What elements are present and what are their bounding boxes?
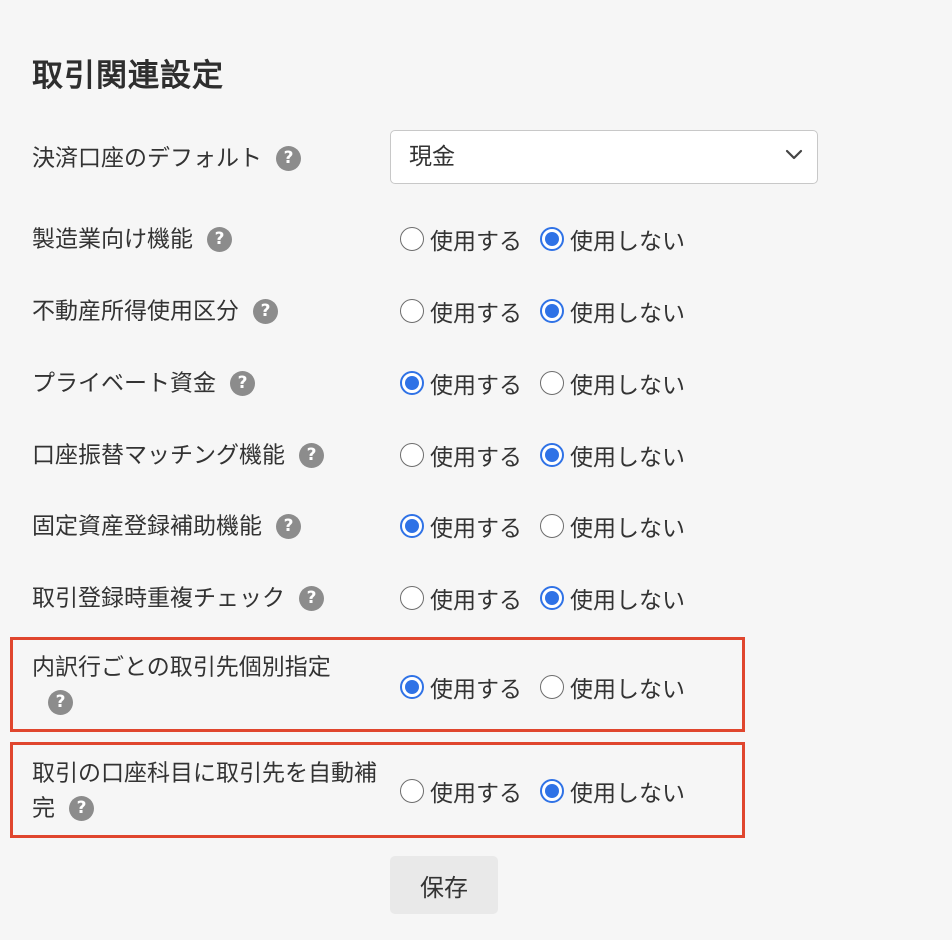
radio-button[interactable] bbox=[400, 586, 424, 610]
radio-use[interactable]: 使用する bbox=[400, 670, 522, 704]
radio-button[interactable] bbox=[540, 779, 564, 803]
setting-label-text: 口座振替マッチング機能 bbox=[32, 442, 285, 469]
radio-group: 使用する 使用しない bbox=[400, 509, 703, 543]
setting-label-text: 内訳行ごとの取引先個別指定 bbox=[32, 654, 331, 681]
radio-label: 使用する bbox=[430, 445, 522, 471]
help-icon[interactable]: ? bbox=[299, 443, 324, 468]
radio-button[interactable] bbox=[400, 514, 424, 538]
page-title: 取引関連設定 bbox=[32, 58, 224, 94]
help-icon[interactable]: ? bbox=[299, 586, 324, 611]
setting-label: 取引の口座科目に取引先を自動補完? bbox=[32, 756, 380, 825]
setting-label-text: プライベート資金 bbox=[32, 370, 216, 397]
help-icon[interactable]: ? bbox=[253, 299, 278, 324]
radio-not-use[interactable]: 使用しない bbox=[540, 509, 685, 543]
radio-not-use[interactable]: 使用しない bbox=[540, 581, 685, 615]
help-icon[interactable]: ? bbox=[48, 689, 73, 715]
radio-button[interactable] bbox=[540, 443, 564, 467]
radio-use[interactable]: 使用する bbox=[400, 294, 522, 328]
setting-label: 口座振替マッチング機能? bbox=[32, 438, 324, 473]
radio-group: 使用する 使用しない bbox=[400, 294, 703, 328]
radio-label: 使用しない bbox=[570, 445, 685, 471]
radio-label: 使用しない bbox=[570, 229, 685, 255]
radio-use[interactable]: 使用する bbox=[400, 774, 522, 808]
default-account-select-value: 現金 bbox=[409, 144, 455, 170]
radio-label: 使用しない bbox=[570, 588, 685, 614]
radio-button[interactable] bbox=[400, 299, 424, 323]
setting-label-default-account: 決済口座のデフォルト? bbox=[32, 141, 301, 176]
radio-not-use[interactable]: 使用しない bbox=[540, 438, 685, 472]
radio-label: 使用する bbox=[430, 229, 522, 255]
radio-label: 使用しない bbox=[570, 373, 685, 399]
radio-button[interactable] bbox=[540, 227, 564, 251]
radio-group: 使用する 使用しない bbox=[400, 581, 703, 615]
radio-not-use[interactable]: 使用しない bbox=[540, 670, 685, 704]
radio-button[interactable] bbox=[400, 227, 424, 251]
radio-button[interactable] bbox=[400, 371, 424, 395]
setting-label: 不動産所得使用区分? bbox=[32, 294, 278, 329]
radio-button[interactable] bbox=[400, 443, 424, 467]
help-icon[interactable]: ? bbox=[276, 514, 301, 539]
radio-not-use[interactable]: 使用しない bbox=[540, 774, 685, 808]
setting-label: 製造業向け機能? bbox=[32, 222, 232, 257]
setting-label-text: 製造業向け機能 bbox=[32, 226, 193, 253]
setting-label-text: 固定資産登録補助機能 bbox=[32, 513, 262, 540]
radio-label: 使用する bbox=[430, 588, 522, 614]
radio-use[interactable]: 使用する bbox=[400, 438, 522, 472]
radio-use[interactable]: 使用する bbox=[400, 366, 522, 400]
radio-use[interactable]: 使用する bbox=[400, 581, 522, 615]
radio-not-use[interactable]: 使用しない bbox=[540, 222, 685, 256]
radio-not-use[interactable]: 使用しない bbox=[540, 366, 685, 400]
setting-label-text: 不動産所得使用区分 bbox=[32, 298, 239, 325]
radio-label: 使用しない bbox=[570, 677, 685, 703]
radio-label: 使用しない bbox=[570, 781, 685, 807]
setting-label-text: 決済口座のデフォルト bbox=[32, 145, 262, 172]
chevron-down-icon bbox=[785, 149, 803, 160]
setting-label-text: 取引登録時重複チェック bbox=[32, 585, 285, 612]
radio-group: 使用する 使用しない bbox=[400, 774, 703, 808]
radio-label: 使用する bbox=[430, 373, 522, 399]
setting-label: 取引登録時重複チェック? bbox=[32, 581, 324, 616]
radio-label: 使用する bbox=[430, 516, 522, 542]
save-button[interactable]: 保存 bbox=[390, 856, 498, 914]
default-account-select[interactable]: 現金 bbox=[390, 130, 818, 184]
radio-label: 使用する bbox=[430, 301, 522, 327]
radio-group: 使用する 使用しない bbox=[400, 222, 703, 256]
setting-label: 固定資産登録補助機能? bbox=[32, 509, 301, 544]
help-icon[interactable]: ? bbox=[230, 371, 255, 396]
radio-group: 使用する 使用しない bbox=[400, 670, 703, 704]
radio-group: 使用する 使用しない bbox=[400, 438, 703, 472]
radio-button[interactable] bbox=[540, 675, 564, 699]
radio-not-use[interactable]: 使用しない bbox=[540, 294, 685, 328]
radio-button[interactable] bbox=[400, 779, 424, 803]
radio-label: 使用しない bbox=[570, 516, 685, 542]
help-icon[interactable]: ? bbox=[207, 227, 232, 252]
setting-label: プライベート資金? bbox=[32, 366, 255, 401]
help-icon[interactable]: ? bbox=[69, 795, 94, 821]
radio-button[interactable] bbox=[540, 371, 564, 395]
setting-label: 内訳行ごとの取引先個別指定? bbox=[32, 650, 380, 719]
radio-button[interactable] bbox=[540, 299, 564, 323]
radio-button[interactable] bbox=[540, 514, 564, 538]
radio-group: 使用する 使用しない bbox=[400, 366, 703, 400]
radio-button[interactable] bbox=[400, 675, 424, 699]
radio-button[interactable] bbox=[540, 586, 564, 610]
radio-label: 使用する bbox=[430, 781, 522, 807]
radio-use[interactable]: 使用する bbox=[400, 222, 522, 256]
radio-label: 使用する bbox=[430, 677, 522, 703]
help-icon[interactable]: ? bbox=[276, 146, 301, 171]
radio-use[interactable]: 使用する bbox=[400, 509, 522, 543]
radio-label: 使用しない bbox=[570, 301, 685, 327]
